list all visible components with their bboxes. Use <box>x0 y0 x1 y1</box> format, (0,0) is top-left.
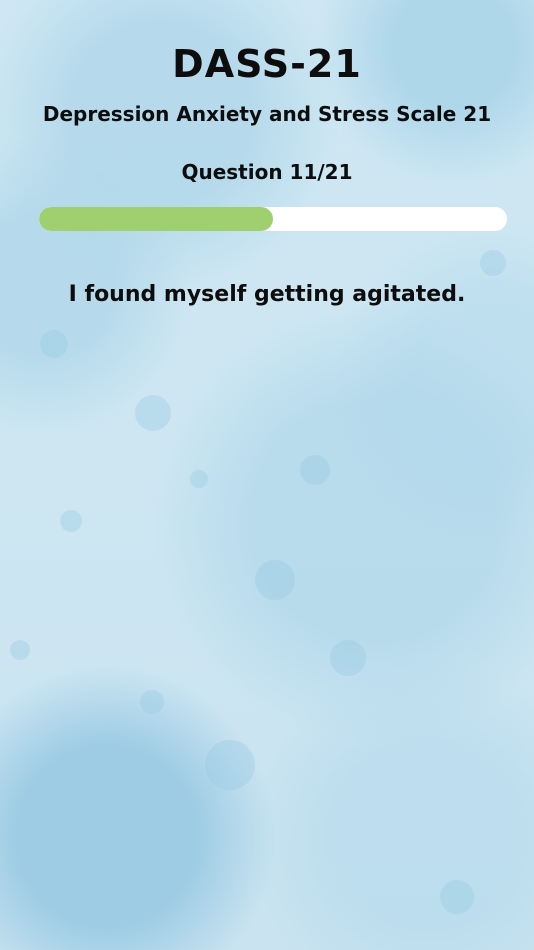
page-subtitle: Depression Anxiety and Stress Scale 21 <box>42 102 492 126</box>
progress-bar <box>39 207 507 231</box>
question-text: I found myself getting agitated. <box>68 282 466 307</box>
watercolor-background <box>0 0 534 950</box>
page-title: DASS-21 <box>172 42 362 86</box>
progress-bar-fill <box>39 207 273 231</box>
question-counter: Question 11/21 <box>181 160 353 184</box>
